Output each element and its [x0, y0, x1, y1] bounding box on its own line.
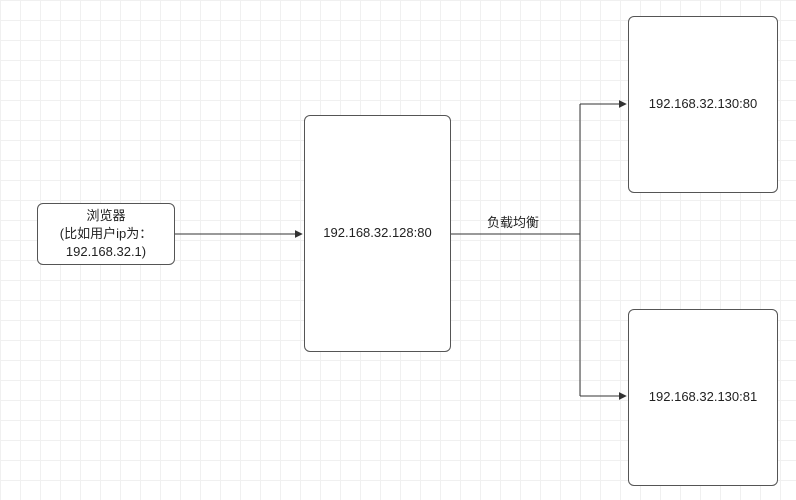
node-proxy-label: 192.168.32.128:80 [323, 224, 431, 242]
node-server1-label: 192.168.32.130:80 [649, 95, 757, 113]
node-proxy: 192.168.32.128:80 [304, 115, 451, 352]
node-browser: 浏览器 (比如用户ip为： 192.168.32.1) [37, 203, 175, 265]
node-server2: 192.168.32.130:81 [628, 309, 778, 486]
node-browser-line3: 192.168.32.1) [66, 243, 146, 261]
node-server2-label: 192.168.32.130:81 [649, 388, 757, 406]
node-browser-line2: (比如用户ip为： [60, 225, 152, 243]
node-server1: 192.168.32.130:80 [628, 16, 778, 193]
edge-label-load-balance: 负载均衡 [487, 212, 539, 231]
node-browser-line1: 浏览器 [86, 207, 125, 225]
